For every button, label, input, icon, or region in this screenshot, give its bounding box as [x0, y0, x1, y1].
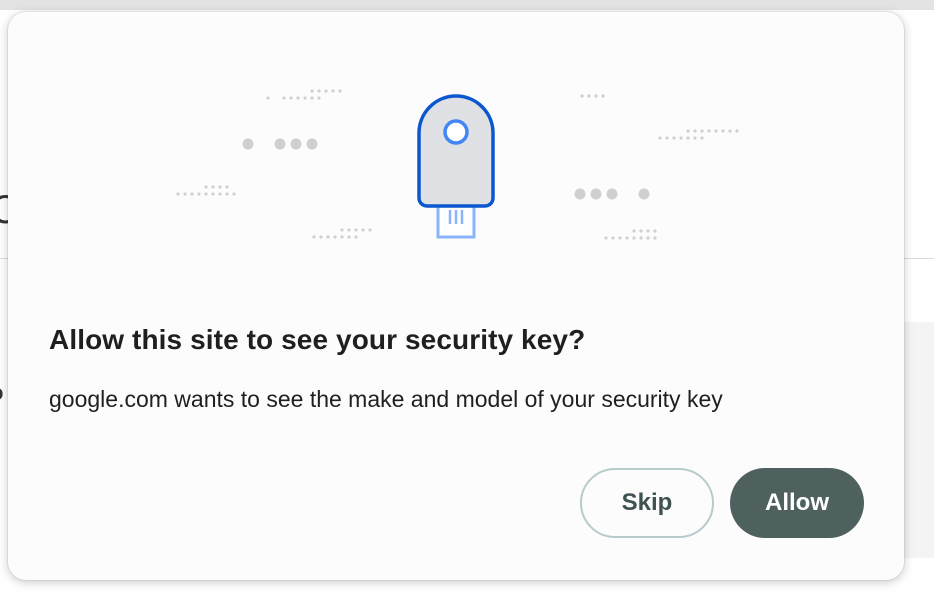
security-key-illustration: [176, 89, 739, 240]
background-toolbar: [0, 0, 934, 10]
security-key-icon: [417, 94, 495, 239]
dialog-description: google.com wants to see the make and mod…: [49, 386, 723, 412]
background-text-fragment: o: [0, 380, 3, 406]
security-key-permission-dialog: Allow this site to see your security key…: [8, 12, 904, 580]
allow-button[interactable]: Allow: [730, 468, 864, 538]
skip-button[interactable]: Skip: [580, 468, 714, 538]
background-side-panel: [900, 322, 934, 558]
dialog-title: Allow this site to see your security key…: [49, 324, 586, 355]
